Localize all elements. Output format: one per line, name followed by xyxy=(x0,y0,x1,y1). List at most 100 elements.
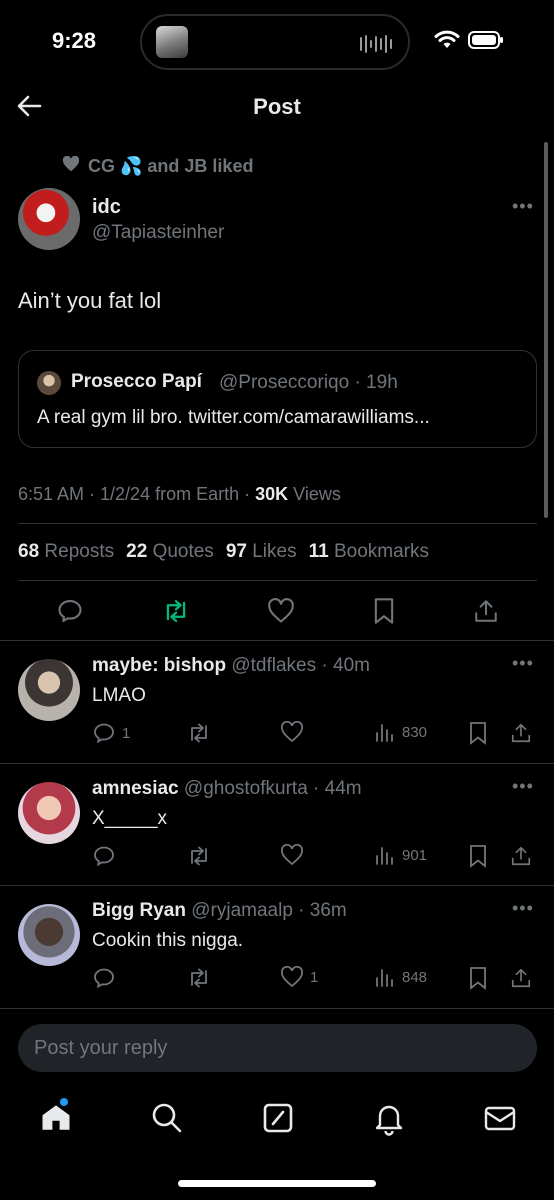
social-context[interactable]: CG 💦 and JB liked xyxy=(62,155,254,177)
reply-input-placeholder: Post your reply xyxy=(34,1037,168,1059)
grok-icon[interactable] xyxy=(260,1100,296,1136)
share-icon[interactable] xyxy=(473,597,499,625)
repost-button[interactable] xyxy=(186,966,212,990)
views-icon xyxy=(376,847,393,865)
now-playing-artwork xyxy=(156,26,188,58)
like-button[interactable] xyxy=(280,721,310,743)
repost-button[interactable] xyxy=(186,721,212,745)
bookmark-icon[interactable] xyxy=(468,721,488,745)
quoted-post-text: A real gym lil bro. twitter.com/camarawi… xyxy=(37,407,430,428)
views-count[interactable]: 30K xyxy=(255,484,288,504)
dynamic-island[interactable] xyxy=(140,14,410,70)
reply-action-bar: 1 830 xyxy=(92,721,534,745)
author-avatar[interactable] xyxy=(18,188,80,250)
divider xyxy=(18,523,537,524)
repost-icon xyxy=(191,968,207,988)
more-options-icon[interactable]: ••• xyxy=(512,776,534,797)
reposts-stat[interactable]: 68 Reposts xyxy=(18,541,114,563)
author-name[interactable]: idc xyxy=(92,196,121,219)
heart-filled-icon xyxy=(62,155,80,177)
messages-envelope-icon[interactable] xyxy=(482,1100,518,1136)
repost-icon[interactable] xyxy=(161,597,191,625)
reply-icon xyxy=(94,723,114,744)
like-icon[interactable] xyxy=(267,598,295,624)
bookmark-icon[interactable] xyxy=(468,966,488,990)
reply-author-avatar[interactable] xyxy=(18,904,80,966)
views-icon xyxy=(376,969,393,987)
quoted-post[interactable]: Prosecco Papí @Proseccoriqo · 19h A real… xyxy=(18,350,537,448)
views-label: Views xyxy=(288,484,341,504)
engagement-stats: 68 Reposts 22 Quotes 97 Likes 11 Bookmar… xyxy=(18,541,429,563)
divider xyxy=(18,580,537,581)
share-icon[interactable] xyxy=(510,721,532,745)
likes-stat[interactable]: 97 Likes xyxy=(226,541,297,563)
reply-text: X_____x xyxy=(92,808,168,829)
repost-icon xyxy=(191,846,207,866)
reply-author-handle: @ryjamaalp · 36m xyxy=(191,900,347,921)
reply-text: LMAO xyxy=(92,685,146,706)
reply-icon[interactable] xyxy=(56,597,84,625)
quoted-author-avatar xyxy=(37,371,61,395)
quotes-stat[interactable]: 22 Quotes xyxy=(126,541,214,563)
reply-icon xyxy=(94,846,114,867)
views-button[interactable]: 848 xyxy=(374,966,427,988)
like-count: 1 xyxy=(310,968,319,986)
quoted-author-handle-time: @Proseccoriqo · 19h xyxy=(219,372,398,393)
bookmarks-stat[interactable]: 11 Bookmarks xyxy=(309,541,429,563)
reply-count: 1 xyxy=(122,724,131,742)
more-options-icon[interactable]: ••• xyxy=(512,196,534,217)
reply-icon xyxy=(94,968,114,989)
reply-author-handle: @ghostofkurta · 44m xyxy=(183,778,362,799)
views-icon xyxy=(376,724,393,742)
reply-author-name[interactable]: maybe: bishop xyxy=(92,655,226,676)
repost-icon xyxy=(191,723,207,743)
reply-header: amnesiac @ghostofkurta · 44m xyxy=(92,778,362,800)
reply-item[interactable]: maybe: bishop @tdflakes · 40m ••• LMAO 1… xyxy=(0,641,554,763)
home-indicator[interactable] xyxy=(178,1180,376,1187)
share-icon[interactable] xyxy=(510,844,532,868)
page-title: Post xyxy=(253,94,301,119)
views-count: 848 xyxy=(402,968,428,986)
notifications-bell-icon[interactable] xyxy=(371,1100,407,1136)
more-options-icon[interactable]: ••• xyxy=(512,898,534,919)
reply-input[interactable]: Post your reply xyxy=(18,1024,537,1072)
reply-button[interactable] xyxy=(92,966,122,990)
more-options-icon[interactable]: ••• xyxy=(512,653,534,674)
reply-button[interactable] xyxy=(92,844,122,868)
scrollbar[interactable] xyxy=(544,142,548,518)
liked-by-text: CG 💦 and JB liked xyxy=(88,156,254,176)
reply-action-bar: 1 848 xyxy=(92,966,534,990)
notification-dot xyxy=(60,1098,68,1106)
battery-icon xyxy=(468,30,504,55)
reply-header: maybe: bishop @tdflakes · 40m xyxy=(92,655,370,677)
reply-item[interactable]: Bigg Ryan @ryjamaalp · 36m ••• Cookin th… xyxy=(0,886,554,1008)
like-button[interactable] xyxy=(280,844,310,866)
bookmark-icon[interactable] xyxy=(468,844,488,868)
reply-author-avatar[interactable] xyxy=(18,782,80,844)
search-icon[interactable] xyxy=(149,1100,185,1136)
post-text: Ain’t you fat lol xyxy=(18,288,162,313)
wifi-icon xyxy=(434,30,460,55)
reply-item[interactable]: amnesiac @ghostofkurta · 44m ••• X_____x… xyxy=(0,764,554,886)
quoted-author-name: Prosecco Papí xyxy=(71,371,202,392)
top-header: Post xyxy=(0,78,554,138)
like-button[interactable]: 1 xyxy=(280,966,318,988)
reply-text: Cookin this nigga. xyxy=(92,930,244,951)
views-count: 901 xyxy=(402,846,428,864)
share-icon[interactable] xyxy=(510,966,532,990)
bookmark-icon[interactable] xyxy=(372,597,396,625)
post-action-bar xyxy=(18,594,537,628)
reply-author-avatar[interactable] xyxy=(18,659,80,721)
repost-button[interactable] xyxy=(186,844,212,868)
author-handle[interactable]: @Tapiasteinher xyxy=(92,222,224,244)
post-timestamp: 6:51 AM · 1/2/24 from Earth · xyxy=(18,484,256,504)
reply-author-name[interactable]: Bigg Ryan xyxy=(92,900,186,921)
status-time: 9:28 xyxy=(52,28,97,53)
reply-author-name[interactable]: amnesiac xyxy=(92,778,179,799)
divider xyxy=(0,1008,554,1009)
reply-header: Bigg Ryan @ryjamaalp · 36m xyxy=(92,900,347,922)
reply-button[interactable]: 1 xyxy=(92,721,130,745)
views-button[interactable]: 830 xyxy=(374,721,427,743)
views-button[interactable]: 901 xyxy=(374,844,427,866)
home-icon[interactable] xyxy=(38,1098,74,1136)
